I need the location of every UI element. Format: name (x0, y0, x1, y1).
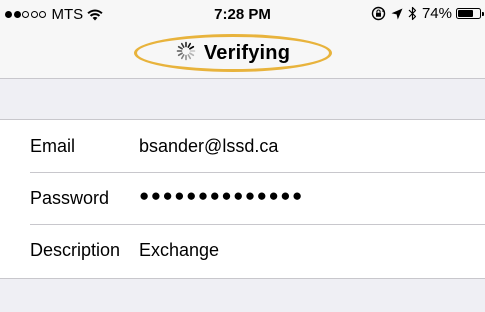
page-title: Verifying (203, 41, 291, 64)
section-spacer-bottom (0, 278, 485, 312)
account-form: Email bsander@lssd.ca Password ●●●●●●●●●… (0, 120, 485, 276)
battery-fill (458, 10, 473, 17)
spinner-spoke (177, 45, 183, 50)
email-label: Email (30, 135, 76, 156)
description-field[interactable]: Exchange (139, 240, 219, 261)
password-row[interactable]: Password ●●●●●●●●●●●●●● (0, 172, 485, 224)
battery-tip (481, 11, 484, 16)
battery-icon (456, 8, 484, 19)
battery-percent: 74% (421, 5, 452, 22)
email-row[interactable]: Email bsander@lssd.ca (0, 120, 485, 172)
email-field[interactable]: bsander@lssd.ca (139, 136, 278, 157)
navigation-bar: Verifying (0, 30, 485, 79)
spinner-spoke (187, 42, 191, 48)
spinner-spoke (180, 53, 185, 59)
status-bar: MTS 7:28 PM 74% (0, 0, 485, 30)
description-row[interactable]: Description Exchange (0, 224, 485, 276)
spinner-spoke (187, 53, 191, 59)
spinner-spoke (188, 45, 195, 50)
title-highlight-ellipse: Verifying (134, 34, 332, 72)
status-right: 74% (371, 5, 484, 22)
spinner-icon (176, 41, 196, 66)
password-field[interactable]: ●●●●●●●●●●●●●● (139, 186, 304, 206)
spinner-spoke (188, 51, 195, 56)
rotation-lock-icon (371, 6, 386, 21)
description-label: Description (30, 239, 121, 260)
spinner-spoke (177, 51, 183, 56)
section-spacer-top (0, 79, 485, 120)
spinner-spoke (180, 42, 185, 48)
password-label: Password (30, 187, 110, 208)
bluetooth-icon (408, 6, 417, 21)
location-arrow-icon (391, 8, 403, 20)
